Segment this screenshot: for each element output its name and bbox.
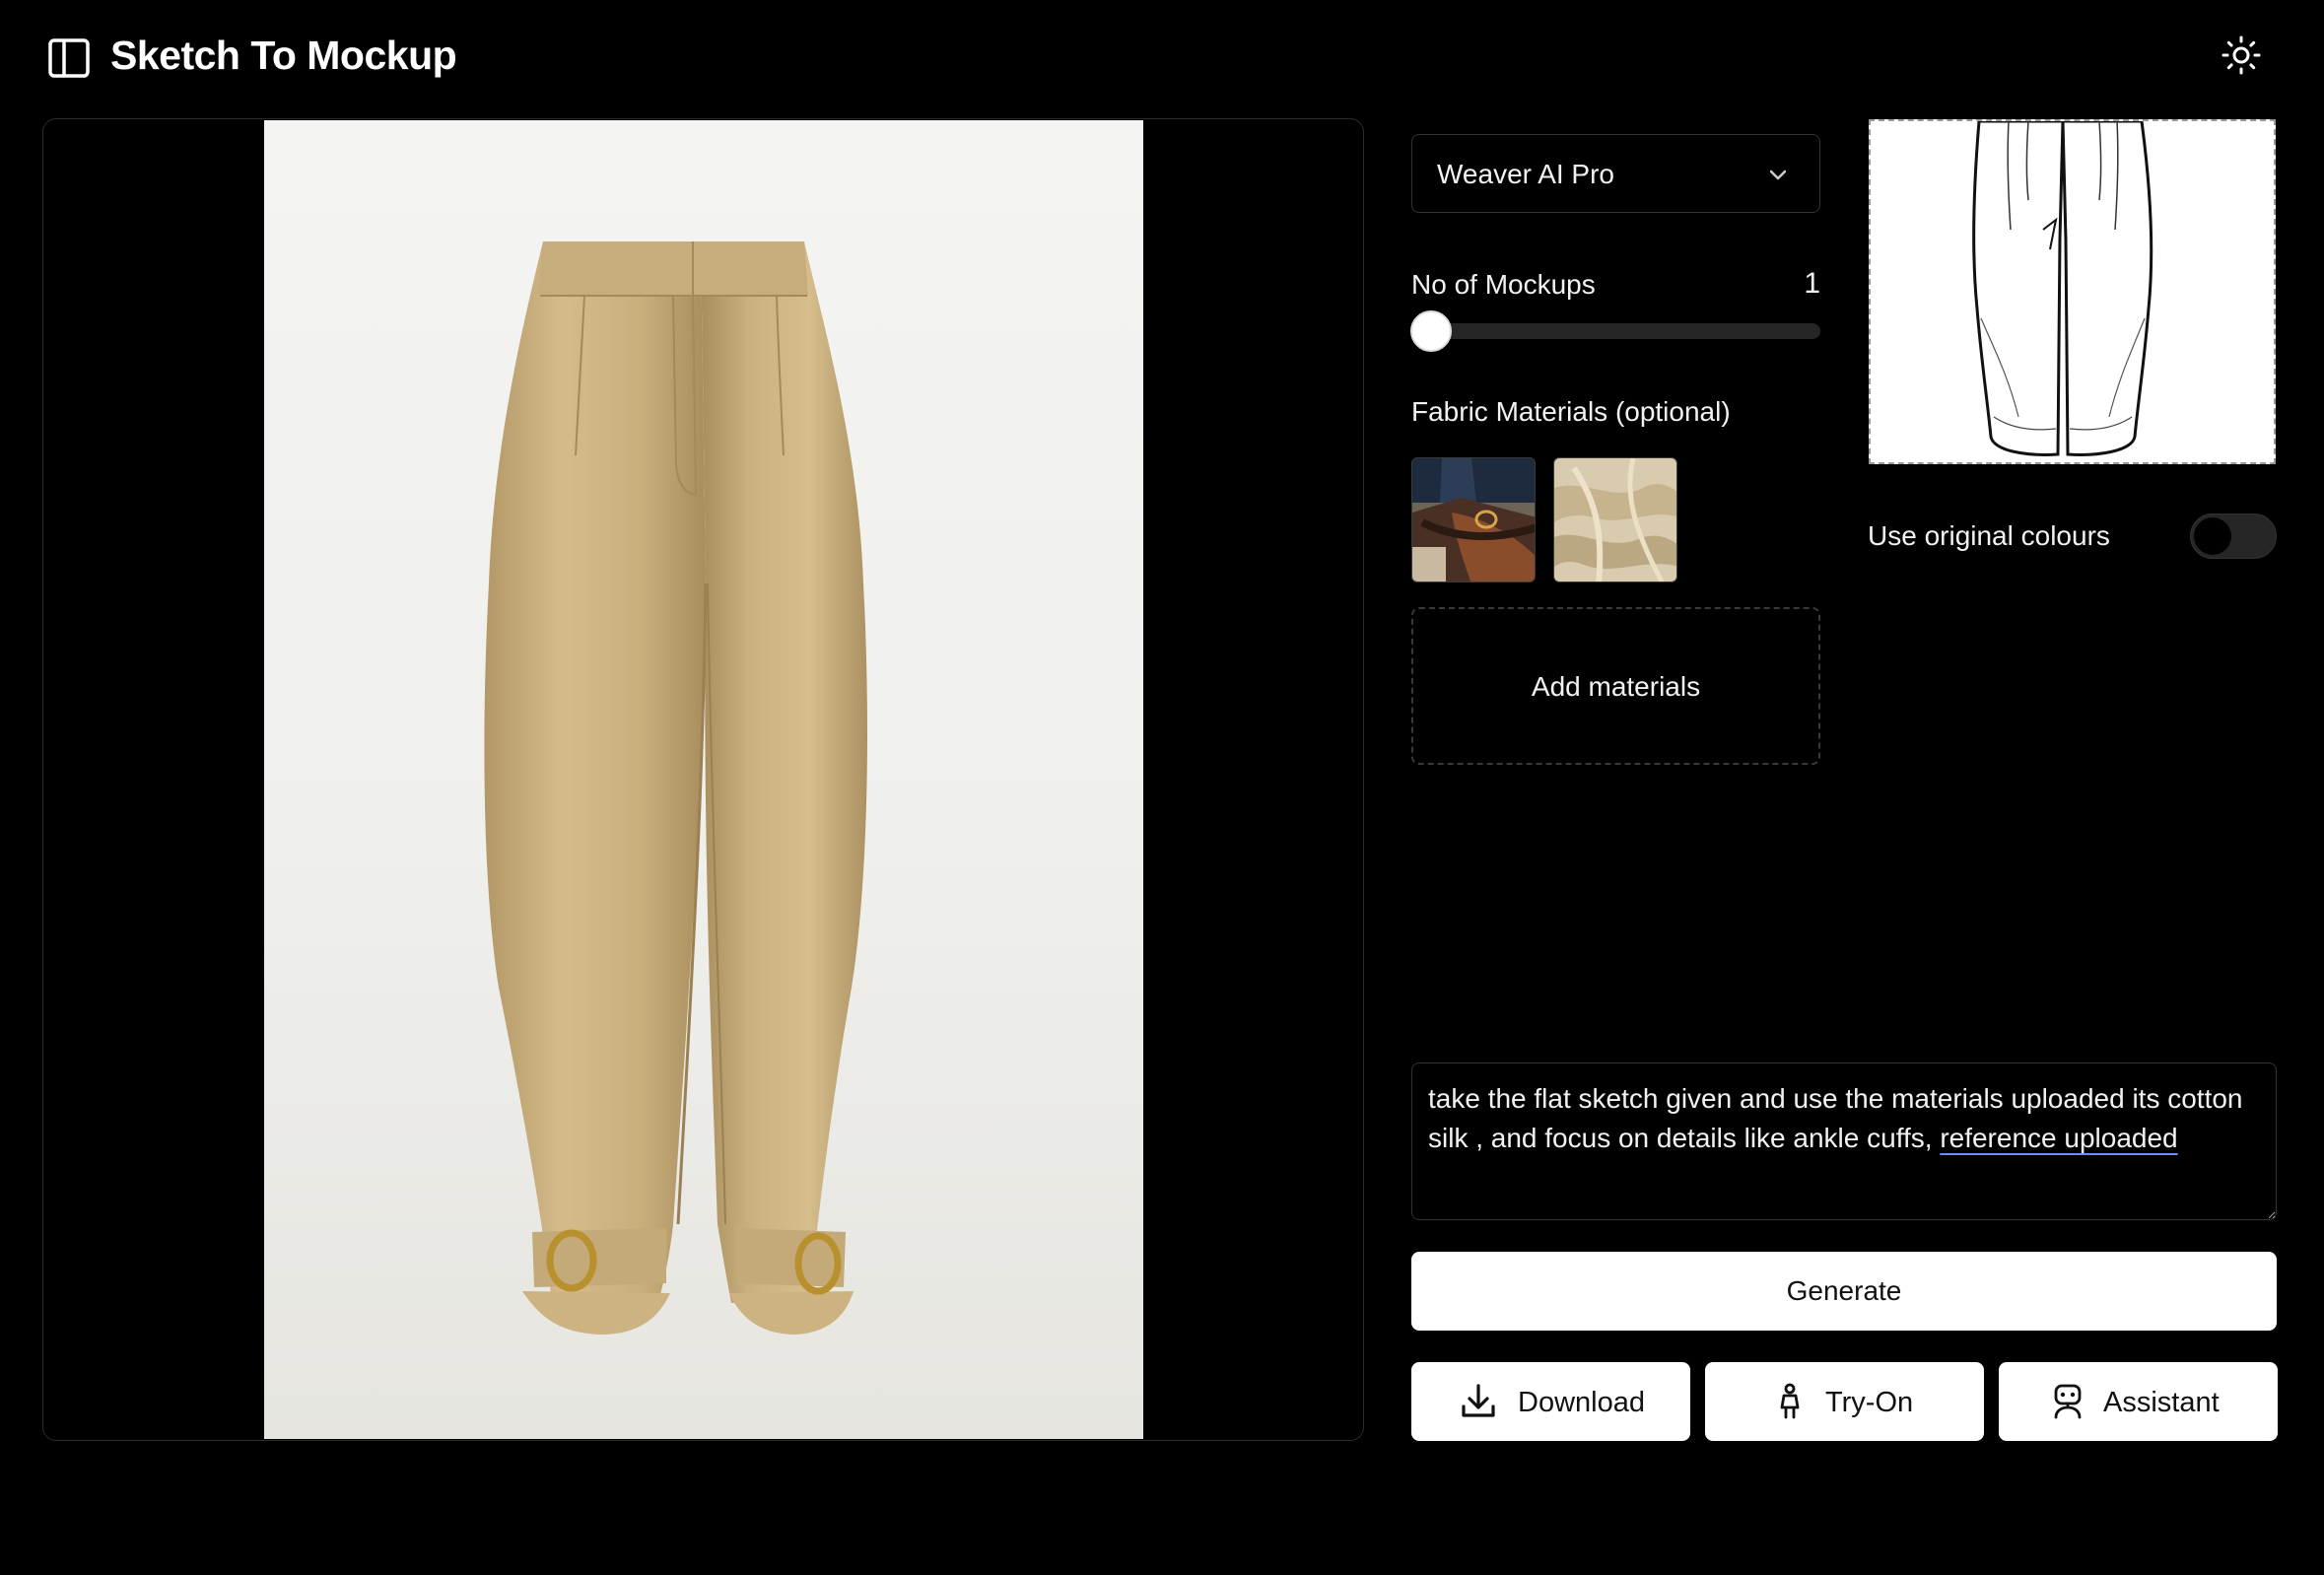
mockup-preview-panel (42, 118, 1364, 1441)
download-button[interactable]: Download (1411, 1362, 1690, 1441)
prompt-textarea[interactable] (1411, 1062, 2277, 1220)
try-on-label: Try-On (1825, 1387, 1914, 1418)
mockups-count-value: 1 (1804, 267, 1820, 300)
assistant-button[interactable]: Assistant (1999, 1362, 2278, 1441)
mockups-count-label: No of Mockups (1411, 269, 1596, 300)
fabric-material-thumbnail[interactable] (1553, 457, 1677, 582)
download-label: Download (1518, 1387, 1645, 1418)
add-materials-dropzone[interactable]: Add materials (1411, 607, 1820, 765)
mockups-slider-thumb[interactable] (1410, 310, 1452, 352)
chevron-down-icon (1769, 170, 1787, 180)
sun-icon[interactable] (2221, 35, 2261, 75)
original-colours-label: Use original colours (1868, 520, 2110, 551)
add-materials-label: Add materials (1531, 671, 1701, 702)
fabric-materials-label: Fabric Materials (optional) (1411, 396, 1731, 427)
assistant-label: Assistant (2103, 1387, 2220, 1418)
model-select[interactable]: Weaver AI Pro (1411, 134, 1820, 213)
generate-button[interactable]: Generate (1411, 1252, 2277, 1331)
robot-icon (2054, 1384, 2082, 1419)
flat-sketch-image[interactable] (1869, 119, 2276, 464)
mockups-slider-track[interactable] (1411, 323, 1820, 339)
model-select-value: Weaver AI Pro (1437, 159, 1615, 189)
original-colours-toggle[interactable] (2190, 514, 2277, 559)
toggle-knob (2194, 517, 2231, 555)
fabric-material-thumbnail[interactable] (1411, 457, 1536, 582)
app-title: Sketch To Mockup (110, 33, 457, 78)
download-icon (1462, 1384, 1495, 1417)
generated-mockup-image (264, 120, 1143, 1439)
try-on-button[interactable]: Try-On (1705, 1362, 1984, 1441)
top-bar: Sketch To Mockup (0, 0, 2324, 110)
person-icon (1780, 1383, 1800, 1419)
sidebar-panel-icon[interactable] (47, 36, 91, 80)
